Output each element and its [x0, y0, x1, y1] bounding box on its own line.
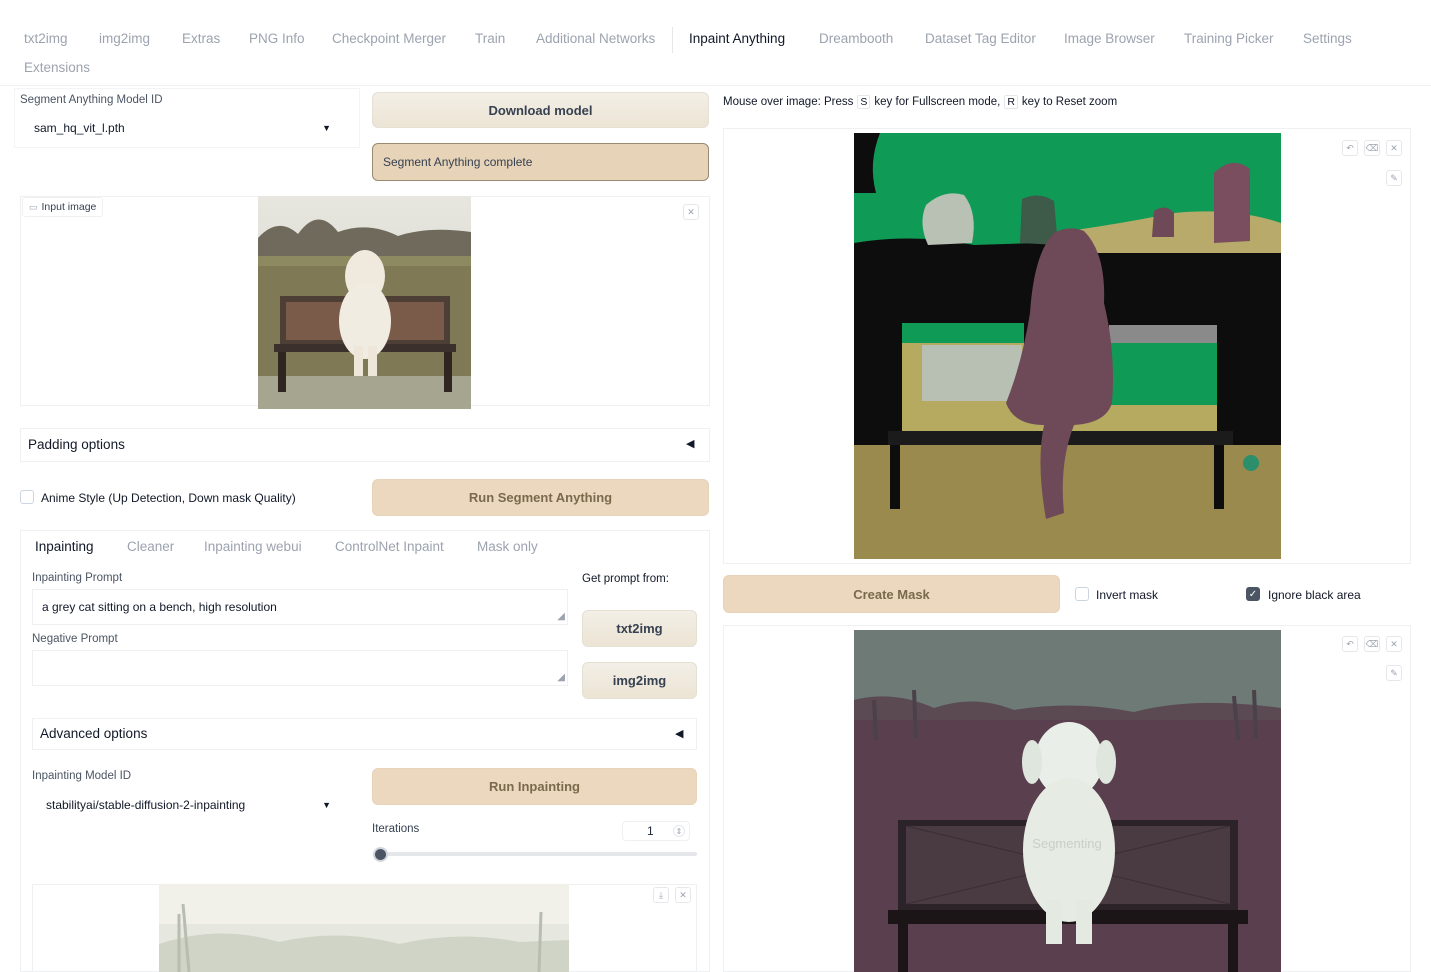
input-image[interactable] [258, 196, 471, 409]
fullscreen-hint: Mouse over image: Press S key for Fullsc… [723, 95, 1117, 109]
ignore-black-area-label: Ignore black area [1268, 588, 1361, 602]
collapse-triangle-icon[interactable]: ◀ [675, 727, 683, 740]
resize-handle-icon[interactable]: ◢ [557, 672, 565, 683]
iterations-slider-thumb[interactable] [373, 847, 388, 862]
tab-divider [672, 27, 673, 53]
txt2img-prompt-button[interactable]: txt2img [582, 610, 697, 647]
chevron-down-icon: ▼ [322, 123, 331, 133]
tab-cleaner[interactable]: Cleaner [127, 539, 174, 554]
close-icon[interactable]: ✕ [675, 887, 691, 903]
invert-mask-checkbox[interactable] [1075, 587, 1089, 601]
run-inpainting-button[interactable]: Run Inpainting [372, 768, 697, 805]
inpainting-model-label: Inpainting Model ID [32, 770, 132, 782]
inpainting-prompt-label: Inpainting Prompt [32, 572, 123, 584]
sam-model-value: sam_hq_vit_l.pth [34, 121, 125, 135]
tab-image-browser[interactable]: Image Browser [1064, 31, 1155, 46]
key-s-badge: S [857, 95, 871, 109]
chevron-down-icon: ▼ [322, 800, 331, 810]
undo-icon[interactable]: ↶ [1342, 636, 1358, 652]
tab-png-info[interactable]: PNG Info [249, 31, 305, 46]
sam-model-select[interactable]: sam_hq_vit_l.pth ▼ [20, 114, 345, 142]
mask-image[interactable]: Segmenting [854, 630, 1281, 972]
invert-mask-label: Invert mask [1096, 588, 1159, 602]
input-image-label-tag: ▭ Input image [22, 197, 104, 217]
stepper-icon[interactable]: ⇕ [673, 825, 685, 837]
tab-inpainting[interactable]: Inpainting [35, 539, 94, 554]
tab-mask-only[interactable]: Mask only [477, 539, 538, 554]
close-icon[interactable]: ✕ [683, 204, 699, 220]
undo-icon[interactable]: ↶ [1342, 140, 1358, 156]
resize-handle-icon[interactable]: ◢ [557, 611, 565, 622]
inpainting-prompt-value: a grey cat sitting on a bench, high reso… [42, 600, 277, 614]
tab-train[interactable]: Train [475, 31, 505, 46]
collapse-triangle-icon[interactable]: ◀ [686, 437, 694, 450]
download-model-button[interactable]: Download model [372, 92, 709, 128]
iterations-label: Iterations [372, 823, 420, 835]
anime-style-checkbox[interactable] [20, 490, 34, 504]
eraser-icon[interactable]: ⌫ [1364, 140, 1380, 156]
hint-prefix: Mouse over image: Press [723, 96, 854, 108]
advanced-options-label: Advanced options [40, 726, 148, 741]
inpainting-model-value: stabilityai/stable-diffusion-2-inpaintin… [46, 798, 246, 812]
tab-extras[interactable]: Extras [182, 31, 220, 46]
tab-controlnet-inpaint[interactable]: ControlNet Inpaint [335, 539, 444, 554]
negative-prompt-input[interactable]: ◢ [32, 650, 568, 686]
key-r-badge: R [1004, 95, 1018, 109]
anime-style-label: Anime Style (Up Detection, Down mask Qua… [41, 491, 296, 505]
iterations-value: 1 [647, 824, 654, 838]
close-icon[interactable]: ✕ [1386, 636, 1402, 652]
get-prompt-label: Get prompt from: [582, 573, 669, 585]
tab-txt2img[interactable]: txt2img [24, 31, 68, 46]
image-icon: ▭ [29, 201, 38, 212]
segmenting-overlay-text: Segmenting [1032, 836, 1101, 851]
create-mask-button[interactable]: Create Mask [723, 575, 1060, 613]
tab-additional-networks[interactable]: Additional Networks [536, 31, 655, 46]
tab-training-picker[interactable]: Training Picker [1184, 31, 1274, 46]
segmentation-image[interactable] [854, 133, 1281, 559]
output-image[interactable] [159, 884, 569, 972]
tab-dataset-tag-editor[interactable]: Dataset Tag Editor [925, 31, 1036, 46]
ignore-black-area-checkbox[interactable]: ✓ [1246, 587, 1260, 601]
eraser-icon[interactable]: ⌫ [1364, 636, 1380, 652]
tab-img2img[interactable]: img2img [99, 31, 150, 46]
inpainting-model-select[interactable]: stabilityai/stable-diffusion-2-inpaintin… [32, 791, 345, 819]
iterations-number-input[interactable]: 1 ⇕ [622, 821, 690, 841]
run-segment-anything-button[interactable]: Run Segment Anything [372, 479, 709, 516]
tab-checkpoint-merger[interactable]: Checkpoint Merger [332, 31, 446, 46]
brush-icon[interactable]: ✎ [1386, 665, 1402, 681]
download-icon[interactable]: ⤓ [653, 887, 669, 903]
tab-inpainting-webui[interactable]: Inpainting webui [204, 539, 302, 554]
tabs-divider [0, 85, 1431, 86]
tab-extensions[interactable]: Extensions [24, 60, 90, 75]
padding-options-label: Padding options [28, 437, 125, 452]
iterations-slider-track[interactable] [380, 852, 697, 856]
hint-suffix: key to Reset zoom [1021, 96, 1118, 108]
inpainting-prompt-input[interactable]: a grey cat sitting on a bench, high reso… [32, 589, 568, 625]
negative-prompt-label: Negative Prompt [32, 633, 118, 645]
sam-model-label: Segment Anything Model ID [20, 94, 163, 106]
img2img-prompt-button[interactable]: img2img [582, 662, 697, 699]
brush-icon[interactable]: ✎ [1386, 170, 1402, 186]
segment-status: Segment Anything complete [372, 143, 709, 181]
hint-mid: key for Fullscreen mode, [874, 96, 1001, 108]
close-icon[interactable]: ✕ [1386, 140, 1402, 156]
tab-inpaint-anything[interactable]: Inpaint Anything [689, 31, 785, 46]
input-image-label: Input image [41, 201, 97, 213]
tab-settings[interactable]: Settings [1303, 31, 1352, 46]
tab-dreambooth[interactable]: Dreambooth [819, 31, 893, 46]
